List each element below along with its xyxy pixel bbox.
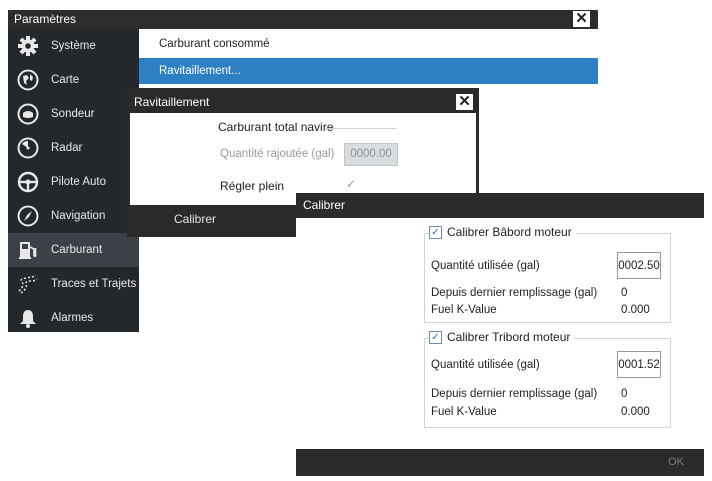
chart-globe-icon bbox=[16, 68, 40, 92]
sidebar-item-traces-et-trajets[interactable]: Traces et Trajets bbox=[8, 267, 139, 301]
sidebar-item-alarmes[interactable]: Alarmes bbox=[8, 301, 139, 335]
starboard-k-value: 0.000 bbox=[621, 406, 650, 418]
sidebar-item-navigation[interactable]: Navigation bbox=[8, 199, 139, 233]
sidebar-item-label: Carte bbox=[51, 74, 80, 86]
quantity-added-label: Quantité rajoutée (gal) bbox=[220, 148, 335, 160]
starboard-engine-header: ✓ Calibrer Tribord moteur bbox=[429, 330, 575, 344]
port-k-label: Fuel K-Value bbox=[431, 304, 497, 316]
sidebar-item-carte[interactable]: Carte bbox=[8, 63, 139, 97]
gear-icon bbox=[16, 34, 40, 58]
sidebar-item-label: Carburant bbox=[51, 244, 103, 256]
ravitaillement-titlebar: Ravitaillement bbox=[130, 91, 476, 113]
port-used-input[interactable]: 0002.50 bbox=[617, 252, 661, 279]
group-divider bbox=[325, 128, 396, 129]
sidebar-item-label: Sondeur bbox=[51, 108, 95, 120]
sonar-icon bbox=[16, 102, 40, 126]
sidebar-item-label: Traces et Trajets bbox=[51, 278, 137, 290]
starboard-since-label: Depuis dernier remplissage (gal) bbox=[431, 388, 598, 400]
calibrate-button[interactable]: Calibrer bbox=[174, 205, 216, 234]
settings-close-button[interactable]: ✕ bbox=[573, 11, 590, 27]
set-full-checkbox[interactable]: ✓ bbox=[346, 177, 356, 191]
quantity-added-input[interactable]: 0000.00 bbox=[344, 143, 398, 166]
port-since-label: Depuis dernier remplissage (gal) bbox=[431, 287, 598, 299]
settings-title: Paramètres bbox=[14, 12, 77, 26]
starboard-since-value: 0 bbox=[621, 388, 628, 400]
sidebar-item-radar[interactable]: Radar bbox=[8, 131, 139, 165]
starboard-used-input[interactable]: 0001.52 bbox=[617, 351, 661, 378]
calibrer-title: Calibrer bbox=[303, 198, 346, 212]
settings-sidebar: Système Carte Sondeur Radar Pilote Auto … bbox=[8, 29, 139, 332]
sidebar-item-systeme[interactable]: Système bbox=[8, 29, 139, 63]
set-full-label: Régler plein bbox=[220, 179, 285, 193]
group-title-carburant-total: Carburant total navire bbox=[218, 120, 334, 134]
port-engine-group: ✓ Calibrer Bâbord moteur Quantité utilis… bbox=[424, 225, 671, 323]
port-engine-checkbox[interactable]: ✓ bbox=[429, 225, 442, 239]
port-used-label: Quantité utilisée (gal) bbox=[431, 260, 540, 272]
port-since-value: 0 bbox=[621, 287, 628, 299]
starboard-engine-group: ✓ Calibrer Tribord moteur Quantité utili… bbox=[424, 330, 671, 428]
compass-icon bbox=[16, 204, 40, 228]
sidebar-item-pilote-auto[interactable]: Pilote Auto bbox=[8, 165, 139, 199]
starboard-engine-checkbox[interactable]: ✓ bbox=[429, 330, 442, 344]
starboard-used-label: Quantité utilisée (gal) bbox=[431, 359, 540, 371]
sidebar-item-label: Système bbox=[51, 40, 96, 52]
menu-item-ravitaillement[interactable]: Ravitaillement... bbox=[139, 58, 598, 84]
menu-item-carburant-consomme[interactable]: Carburant consommé bbox=[139, 31, 598, 57]
sidebar-item-sondeur[interactable]: Sondeur bbox=[8, 97, 139, 131]
tracks-icon bbox=[16, 272, 40, 296]
port-k-value: 0.000 bbox=[621, 304, 650, 316]
ravitaillement-close-button[interactable]: ✕ bbox=[456, 94, 473, 110]
calibrer-dialog: Calibrer ✓ Calibrer Bâbord moteur Quanti… bbox=[296, 193, 704, 476]
starboard-engine-title: Calibrer Tribord moteur bbox=[447, 330, 571, 344]
sidebar-item-carburant[interactable]: Carburant bbox=[8, 233, 139, 267]
radar-icon bbox=[16, 136, 40, 160]
ravitaillement-title: Ravitaillement bbox=[134, 95, 210, 109]
calibrer-footer: OK bbox=[296, 449, 704, 476]
sidebar-item-label: Alarmes bbox=[51, 312, 94, 324]
sidebar-item-label: Radar bbox=[51, 142, 83, 154]
port-engine-header: ✓ Calibrer Bâbord moteur bbox=[429, 225, 576, 239]
fuel-pump-icon bbox=[16, 238, 40, 262]
steering-wheel-icon bbox=[16, 170, 40, 194]
calibrer-titlebar: Calibrer bbox=[296, 193, 704, 218]
starboard-k-label: Fuel K-Value bbox=[431, 406, 497, 418]
port-engine-title: Calibrer Bâbord moteur bbox=[447, 225, 572, 239]
ok-button[interactable]: OK bbox=[668, 449, 684, 476]
settings-titlebar: Paramètres bbox=[8, 10, 598, 29]
sidebar-item-label: Navigation bbox=[51, 210, 106, 222]
bell-icon bbox=[16, 306, 40, 330]
sidebar-item-label: Pilote Auto bbox=[51, 176, 106, 188]
